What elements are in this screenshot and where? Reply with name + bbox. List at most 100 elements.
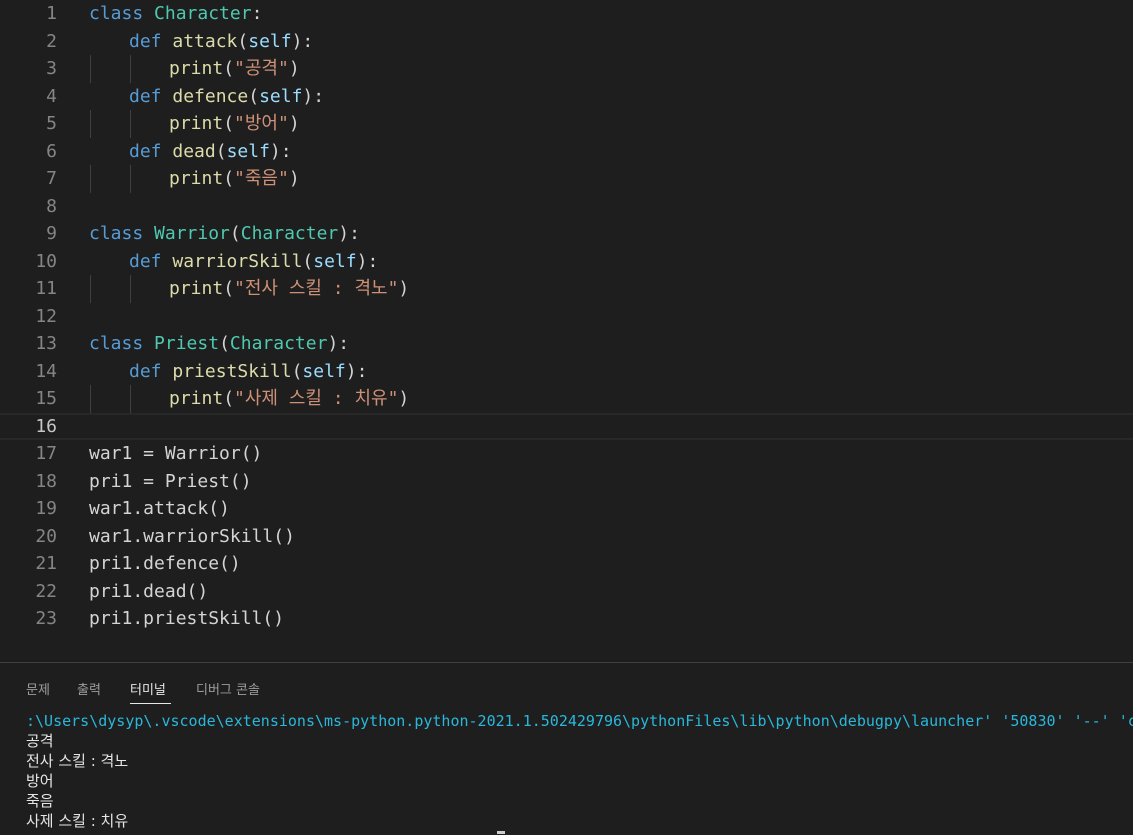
code-token: defence xyxy=(172,85,249,107)
code-text: class Priest(Character): xyxy=(89,330,349,358)
code-token: ( xyxy=(223,278,235,299)
code-token: ( xyxy=(302,250,314,272)
code-line[interactable]: 9 class Warrior(Character): xyxy=(0,220,1133,248)
code-token: ): xyxy=(291,30,314,52)
code-token: def xyxy=(129,250,173,272)
line-number: 13 xyxy=(35,333,57,354)
code-token: class xyxy=(89,333,155,354)
terminal-output-line: 공격 xyxy=(26,732,54,750)
code-token: "죽음" xyxy=(234,168,289,189)
line-number: 23 xyxy=(35,608,57,629)
code-text: def dead(self): xyxy=(129,138,292,166)
indent-guide xyxy=(90,110,91,138)
tab-terminal[interactable]: 터미널 xyxy=(130,679,166,699)
code-token: war1 = Warrior() xyxy=(89,443,263,464)
code-text: war1.attack() xyxy=(89,495,230,523)
line-number: 6 xyxy=(46,140,57,162)
code-token: self xyxy=(226,140,270,162)
code-line[interactable]: 2 def attack(self): xyxy=(0,28,1133,56)
indent-guide xyxy=(90,55,91,83)
code-line[interactable]: 19 war1.attack() xyxy=(0,495,1133,523)
code-text: war1.warriorSkill() xyxy=(89,523,295,551)
code-token: ( xyxy=(215,140,227,162)
code-token: ) xyxy=(288,113,300,134)
line-number: 15 xyxy=(35,388,57,409)
code-token: pri1.dead() xyxy=(89,580,209,602)
indent-guide xyxy=(130,110,131,138)
indent-guide xyxy=(90,165,91,193)
line-number: 19 xyxy=(35,498,57,519)
indent-guide xyxy=(90,385,91,413)
code-token: ) xyxy=(398,388,410,409)
line-number: 17 xyxy=(35,443,57,464)
code-line[interactable]: 13 class Priest(Character): xyxy=(0,330,1133,358)
line-number: 16 xyxy=(35,415,57,437)
code-text: war1 = Warrior() xyxy=(89,440,262,468)
code-line[interactable]: 6 def dead(self): xyxy=(0,138,1133,166)
code-text: print("죽음") xyxy=(169,165,300,193)
code-line[interactable]: 7 print("죽음") xyxy=(0,165,1133,193)
code-token: ( xyxy=(223,113,235,134)
code-token: ): xyxy=(302,85,325,107)
terminal-output-line: 방어 xyxy=(26,772,54,790)
code-token: war1.warriorSkill() xyxy=(89,525,295,547)
code-line[interactable]: 20 war1.warriorSkill() xyxy=(0,523,1133,551)
code-line[interactable]: 12 xyxy=(0,303,1133,331)
code-token: print xyxy=(169,168,224,189)
code-line[interactable]: 14 def priestSkill(self): xyxy=(0,358,1133,386)
code-token: print xyxy=(169,113,224,134)
code-token: priestSkill xyxy=(172,360,292,382)
code-text: pri1.defence() xyxy=(89,550,241,578)
line-number: 12 xyxy=(35,305,57,327)
code-token: def xyxy=(129,140,173,162)
line-number: 14 xyxy=(35,360,57,382)
code-line[interactable]: 1 class Character: xyxy=(0,0,1133,28)
code-text: def attack(self): xyxy=(129,28,313,56)
code-token: : xyxy=(251,3,263,24)
code-text: print("사제 스킬 : 치유") xyxy=(169,385,409,413)
code-token: pri1.priestSkill() xyxy=(89,608,285,629)
code-token: def xyxy=(129,360,173,382)
terminal[interactable]: :\Users\dysyp\.vscode\extensions\ms-pyth… xyxy=(26,711,1133,835)
code-line[interactable]: 3 print("공격") xyxy=(0,55,1133,83)
code-editor[interactable]: 1 class Character: 2 def attack(self): 3 prin… xyxy=(0,0,1133,662)
bottom-panel: 문제 출력 터미널 디버그 콘솔 :\Users\dysyp\.vscode\e… xyxy=(0,662,1133,835)
terminal-output-line: 사제 스킬 : 치유 xyxy=(26,812,129,830)
code-line[interactable]: 4 def defence(self): xyxy=(0,83,1133,111)
code-line[interactable]: 8 xyxy=(0,193,1133,221)
line-number: 9 xyxy=(46,223,57,244)
code-token: ): xyxy=(356,250,379,272)
indent-guide xyxy=(130,165,131,193)
code-token: "전사 스킬 : 격노" xyxy=(234,278,399,299)
line-number: 5 xyxy=(46,113,57,134)
code-token: self xyxy=(302,360,346,382)
code-token: ): xyxy=(327,333,350,354)
tab-problems[interactable]: 문제 xyxy=(26,679,50,699)
code-line[interactable]: 15 print("사제 스킬 : 치유") xyxy=(0,385,1133,413)
code-line[interactable]: 16 xyxy=(0,412,1133,440)
code-line[interactable]: 11 print("전사 스킬 : 격노") xyxy=(0,275,1133,303)
code-token: war1.attack() xyxy=(89,498,230,519)
code-token: class xyxy=(89,223,155,244)
indent-guide xyxy=(130,275,131,303)
tab-output[interactable]: 출력 xyxy=(77,679,101,699)
code-line[interactable]: 18 pri1 = Priest() xyxy=(0,468,1133,496)
code-token: pri1 = Priest() xyxy=(89,470,252,492)
code-token: print xyxy=(169,388,224,409)
line-number: 21 xyxy=(35,553,57,574)
code-text: def priestSkill(self): xyxy=(129,358,367,386)
code-line[interactable]: 22 pri1.dead() xyxy=(0,578,1133,606)
tab-debug-console[interactable]: 디버그 콘솔 xyxy=(196,679,260,699)
code-text: def warriorSkill(self): xyxy=(129,248,378,276)
code-text: pri1.priestSkill() xyxy=(89,605,284,633)
code-line[interactable]: 17 war1 = Warrior() xyxy=(0,440,1133,468)
code-line[interactable]: 23 pri1.priestSkill() xyxy=(0,605,1133,633)
line-number: 1 xyxy=(46,3,57,24)
code-line[interactable]: 10 def warriorSkill(self): xyxy=(0,248,1133,276)
code-line[interactable]: 5 print("방어") xyxy=(0,110,1133,138)
code-line[interactable]: 21 pri1.defence() xyxy=(0,550,1133,578)
code-token: ( xyxy=(223,168,235,189)
code-token: ( xyxy=(223,388,235,409)
line-number: 3 xyxy=(46,58,57,79)
code-token: "방어" xyxy=(234,113,289,134)
